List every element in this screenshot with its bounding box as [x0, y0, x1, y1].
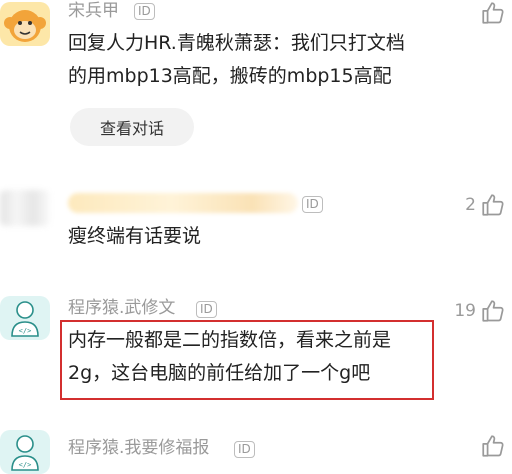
id-badge: ID: [302, 196, 323, 213]
id-badge: ID: [196, 301, 217, 318]
coder-avatar-glyph: </>: [19, 327, 32, 335]
comment-text-line: 回复人力HR.青魄秋萧瑟：我们只打文档: [68, 32, 405, 54]
highlight-box: [60, 320, 434, 400]
monkey-avatar-icon[interactable]: [0, 2, 50, 46]
thumbs-up-icon: [482, 300, 504, 322]
blurred-avatar[interactable]: [0, 190, 50, 226]
like-button[interactable]: [476, 0, 506, 26]
like-count: 2: [465, 195, 476, 215]
like-count: 19: [454, 301, 476, 321]
comment-username[interactable]: 程序猿.我要修福报: [68, 437, 209, 459]
coder-avatar-icon[interactable]: </>: [0, 296, 50, 340]
thumbs-up-icon: [482, 194, 504, 216]
like-button[interactable]: [476, 433, 506, 459]
comment-username[interactable]: 程序猿.武修文: [68, 297, 175, 319]
thumbs-up-icon: [482, 435, 504, 457]
blurred-username[interactable]: [68, 193, 298, 213]
id-badge: ID: [134, 3, 155, 20]
coder-avatar-icon[interactable]: </>: [0, 430, 50, 474]
like-button[interactable]: 2: [465, 192, 506, 218]
comment-username[interactable]: 宋兵甲: [68, 0, 119, 22]
comment-text-line: 的用mbp13高配，搬砖的mbp15高配: [68, 65, 392, 87]
comment-text-line: 瘦终端有话要说: [68, 225, 202, 247]
view-conversation-button[interactable]: 查看对话: [70, 108, 194, 146]
like-button[interactable]: 19: [454, 298, 506, 324]
thumbs-up-icon: [482, 2, 504, 24]
coder-avatar-glyph: </>: [19, 461, 32, 469]
id-badge: ID: [234, 441, 255, 458]
